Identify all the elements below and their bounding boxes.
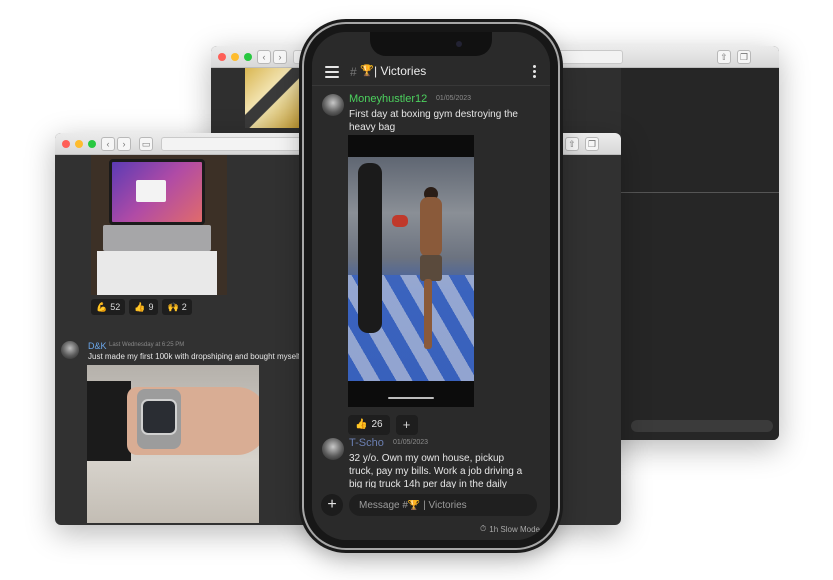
phone-frame: # 🏆 | Victories Moneyhustler12 01/05/202… [304,24,558,548]
slow-mode-label: 1h Slow Mode [489,524,540,534]
post1-reactions: 💪 52 👍 9 🙌 2 [91,299,192,315]
reaction-button[interactable]: 👍 26 [348,415,390,435]
minimize-window-button[interactable] [231,53,239,61]
trophy-icon: 🏆 [360,65,374,77]
boxer-torso [420,197,442,257]
boxing-glove [392,215,408,227]
tabs-overview-icon[interactable]: ❐ [737,50,751,64]
camera-icon [456,41,462,47]
laptop-screen [109,159,205,225]
message-timestamp: 01/05/2023 [436,95,472,102]
back-window-side-panel [621,68,779,440]
watch [137,389,181,449]
boxer-shorts [420,255,442,281]
message-composer: + ⏱ 1h Slow Mode [312,488,550,540]
video-progress-bar[interactable] [388,397,434,399]
thumbs-up-icon: 👍 [355,419,368,430]
reaction-button[interactable]: 💪 52 [91,299,126,315]
menu-icon[interactable] [325,66,339,78]
slow-mode-indicator: ⏱ 1h Slow Mode [480,524,540,534]
thumbs-up-icon: 👍 [134,302,146,312]
channel-name: | Victories [374,64,427,78]
attach-button[interactable]: + [321,494,343,516]
watch-photo [87,365,259,523]
reaction-count: 52 [110,302,121,312]
back-nav-icon[interactable]: ‹ [101,137,115,151]
message-timestamp: 01/05/2023 [393,439,429,446]
raised-hands-icon: 🙌 [167,302,179,312]
flexed-biceps-icon: 💪 [96,302,108,312]
boxer-leg [424,279,432,349]
gym-scene [348,157,474,381]
message-input[interactable] [349,494,537,516]
window-controls [62,140,96,148]
post-text: Just made my first 100k with dropshiping… [88,352,307,361]
reaction-count: 9 [148,302,154,312]
laptop-keyboard [103,225,211,251]
more-options-icon[interactable] [533,65,536,80]
laptop-box [97,251,217,295]
message1-reactions: 👍 26 + [348,415,418,435]
boxing-video[interactable] [348,135,474,407]
share-icon[interactable]: ⇧ [717,50,731,64]
minimize-window-button[interactable] [75,140,83,148]
message-text: First day at boxing gym destroying the h… [349,109,518,133]
sleeve [87,381,131,461]
reaction-button[interactable]: 🙌 2 [162,299,192,315]
gold-image-thumbnail [245,68,301,128]
heavy-bag [358,163,382,333]
divider [621,192,779,193]
zoom-window-button[interactable] [244,53,252,61]
tabs-overview-icon[interactable]: ❐ [585,137,599,151]
left-window-url-bar[interactable] [161,137,301,151]
reaction-count: 2 [181,302,187,312]
avatar[interactable] [322,438,344,460]
message-author[interactable]: T-Scho [349,437,384,449]
message-author[interactable]: Moneyhustler12 [349,93,427,105]
channel-hash-icon: # [350,65,357,79]
reaction-button[interactable]: 👍 9 [129,299,159,315]
post-author[interactable]: D&K [88,341,107,351]
watch-face [141,399,177,435]
phone-screen: # 🏆 | Victories Moneyhustler12 01/05/202… [312,32,550,540]
add-reaction-button[interactable]: + [395,415,418,435]
share-icon[interactable]: ⇧ [565,137,579,151]
forward-nav-icon[interactable]: › [117,137,131,151]
message-text: 32 y/o. Own my own house, pickup truck, … [349,453,523,490]
close-window-button[interactable] [62,140,70,148]
sidebar-toggle-icon[interactable]: ▭ [139,137,153,151]
avatar[interactable] [322,94,344,116]
forward-nav-icon[interactable]: › [273,50,287,64]
reaction-count: 26 [371,419,383,430]
boxer [392,187,450,357]
phone-notch [370,32,492,56]
zoom-window-button[interactable] [88,140,96,148]
stopwatch-icon: ⏱ [480,524,487,533]
stage: ‹ › ⇧ ❐ ‹ › ▭ ⇧ ❐ 💪 52 👍 9 🙌 2 D&K Last … [0,0,833,580]
back-window-input[interactable] [631,420,773,432]
laptop-photo [91,155,227,295]
close-window-button[interactable] [218,53,226,61]
setup-dialog [136,180,166,202]
window-controls [218,53,252,61]
channel-header: # 🏆 | Victories [312,56,550,86]
post-timestamp: Last Wednesday at 6:25 PM [109,342,185,348]
avatar[interactable] [61,341,79,359]
back-nav-icon[interactable]: ‹ [257,50,271,64]
